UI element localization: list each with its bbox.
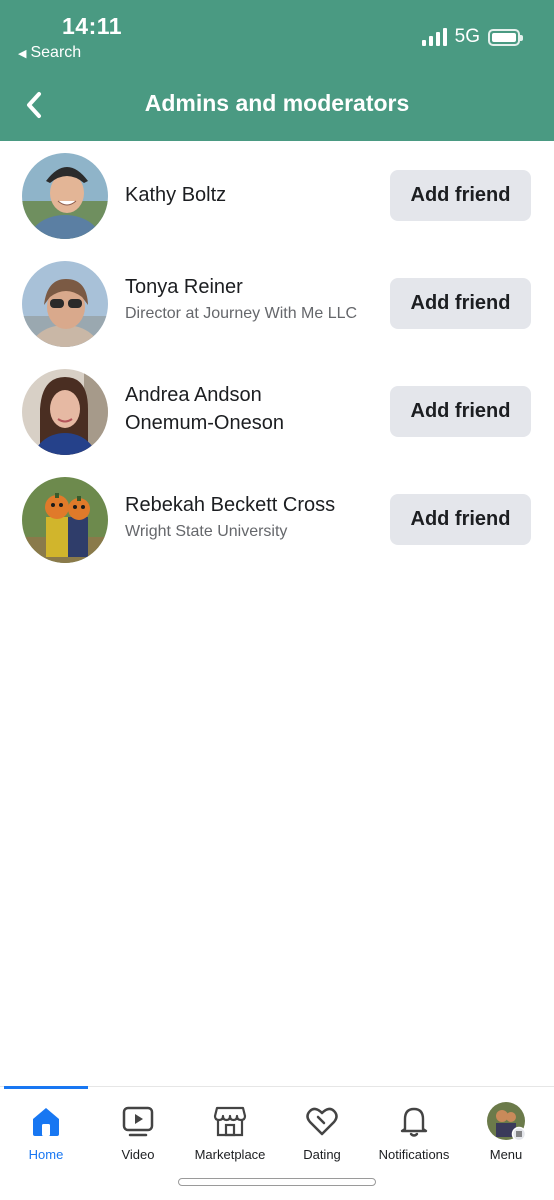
status-time: 14:11 xyxy=(62,13,123,39)
tab-label: Video xyxy=(121,1147,155,1162)
add-friend-button[interactable]: Add friend xyxy=(390,494,531,545)
page-title: Admins and moderators xyxy=(144,90,410,116)
tab-marketplace[interactable]: Marketplace xyxy=(184,1087,276,1177)
tab-video[interactable]: Video xyxy=(92,1087,184,1177)
avatar[interactable] xyxy=(22,477,108,563)
avatar[interactable] xyxy=(22,153,108,239)
avatar[interactable] xyxy=(22,369,108,455)
person-info: Kathy Boltz xyxy=(125,181,375,209)
add-friend-button[interactable]: Add friend xyxy=(390,278,531,329)
active-tab-indicator xyxy=(4,1086,88,1089)
back-triangle-icon: ◀ xyxy=(18,47,27,60)
bell-icon xyxy=(400,1107,428,1137)
add-friend-button[interactable]: Add friend xyxy=(390,386,531,437)
person-info: Tonya Reiner Director at Journey With Me… xyxy=(125,273,375,325)
person-name[interactable]: Tonya Reiner xyxy=(125,273,375,301)
marketplace-icon xyxy=(213,1106,247,1137)
person-name[interactable]: Rebekah Beckett Cross xyxy=(125,491,380,519)
app-header: 14:11 ◀ Search 5G Admins and moderators xyxy=(0,0,554,141)
list-item: Kathy Boltz Add friend xyxy=(0,141,554,249)
status-indicators: 5G xyxy=(421,26,523,48)
tab-label: Home xyxy=(28,1147,64,1162)
person-info: Andrea Andson Onemum-Oneson xyxy=(125,381,355,437)
person-subtitle: Director at Journey With Me LLC xyxy=(125,305,358,322)
person-info: Rebekah Beckett Cross Wright State Unive… xyxy=(125,491,380,543)
dating-icon xyxy=(306,1107,338,1136)
add-friend-button[interactable]: Add friend xyxy=(390,170,531,221)
tab-label: Marketplace xyxy=(194,1147,266,1162)
home-indicator[interactable] xyxy=(178,1178,376,1186)
tab-menu[interactable]: Menu xyxy=(460,1087,552,1177)
home-icon xyxy=(33,1108,59,1136)
tab-label: Notifications xyxy=(378,1147,450,1162)
tab-label: Dating xyxy=(303,1147,341,1162)
list-item: Rebekah Beckett Cross Wright State Unive… xyxy=(0,465,554,573)
list-item: Tonya Reiner Director at Journey With Me… xyxy=(0,249,554,357)
person-name[interactable]: Andrea Andson Onemum-Oneson xyxy=(125,381,355,437)
back-to-search-label: Search xyxy=(30,44,82,61)
tab-home[interactable]: Home xyxy=(0,1087,92,1177)
tab-notifications[interactable]: Notifications xyxy=(368,1087,460,1177)
signal-icon xyxy=(421,28,447,46)
battery-icon xyxy=(488,28,523,46)
list-item: Andrea Andson Onemum-Oneson Add friend xyxy=(0,357,554,465)
profile-avatar-icon xyxy=(487,1102,526,1141)
back-to-search-link[interactable]: ◀ Search xyxy=(18,44,81,62)
network-type: 5G xyxy=(454,26,480,47)
person-subtitle: Wright State University xyxy=(125,523,288,540)
video-icon xyxy=(122,1106,154,1137)
person-name[interactable]: Kathy Boltz xyxy=(125,181,375,209)
tab-dating[interactable]: Dating xyxy=(276,1087,368,1177)
avatar[interactable] xyxy=(22,261,108,347)
tab-label: Menu xyxy=(489,1147,523,1162)
